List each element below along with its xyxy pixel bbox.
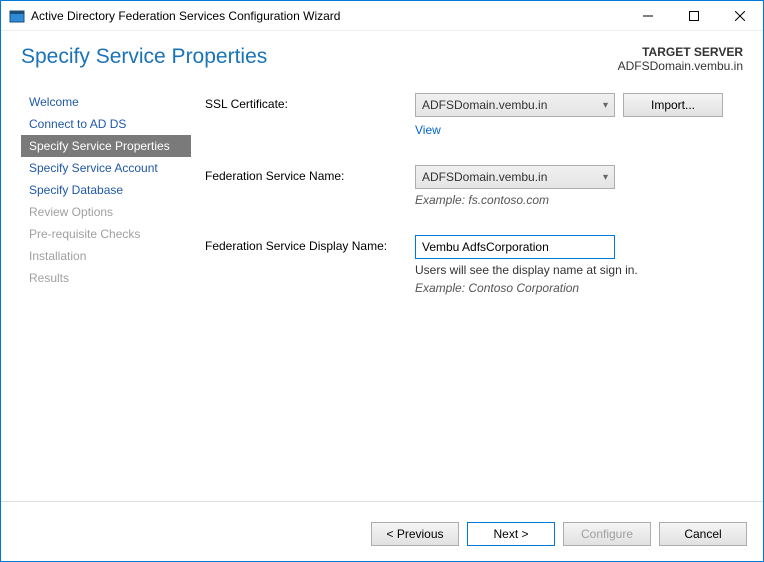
previous-button[interactable]: < Previous (371, 522, 459, 546)
header-row: Specify Service Properties TARGET SERVER… (21, 45, 743, 73)
display-name-info: Users will see the display name at sign … (415, 263, 743, 277)
wizard-window: Active Directory Federation Services Con… (0, 0, 764, 562)
label-fed-name: Federation Service Name: (205, 165, 415, 183)
sidebar-item-database[interactable]: Specify Database (21, 179, 191, 201)
titlebar: Active Directory Federation Services Con… (1, 1, 763, 31)
close-button[interactable] (717, 1, 763, 31)
sidebar-item-results: Results (21, 267, 191, 289)
content-area: Specify Service Properties TARGET SERVER… (1, 31, 763, 501)
window-title: Active Directory Federation Services Con… (31, 9, 340, 23)
wizard-sidebar: Welcome Connect to AD DS Specify Service… (21, 91, 191, 493)
sidebar-item-welcome[interactable]: Welcome (21, 91, 191, 113)
cancel-button[interactable]: Cancel (659, 522, 747, 546)
target-server-value: ADFSDomain.vembu.in (618, 59, 743, 73)
page-title: Specify Service Properties (21, 45, 267, 69)
main-panel: SSL Certificate: ADFSDomain.vembu.in ▾ I… (205, 91, 743, 493)
view-link[interactable]: View (415, 123, 743, 137)
chevron-down-icon: ▾ (603, 100, 608, 111)
maximize-button[interactable] (671, 1, 717, 31)
label-ssl-cert: SSL Certificate: (205, 93, 415, 111)
sidebar-item-service-properties[interactable]: Specify Service Properties (21, 135, 191, 157)
wizard-footer: < Previous Next > Configure Cancel (1, 501, 763, 561)
row-fed-name: Federation Service Name: ADFSDomain.vemb… (205, 165, 743, 207)
ssl-cert-value: ADFSDomain.vembu.in (422, 98, 547, 112)
chevron-down-icon: ▾ (603, 172, 608, 183)
sidebar-item-prereq: Pre-requisite Checks (21, 223, 191, 245)
ssl-cert-dropdown[interactable]: ADFSDomain.vembu.in ▾ (415, 93, 615, 117)
row-ssl-cert: SSL Certificate: ADFSDomain.vembu.in ▾ I… (205, 93, 743, 137)
display-name-example: Example: Contoso Corporation (415, 281, 743, 295)
sidebar-item-review: Review Options (21, 201, 191, 223)
target-server-label: TARGET SERVER (618, 45, 743, 59)
sidebar-item-service-account[interactable]: Specify Service Account (21, 157, 191, 179)
display-name-input[interactable] (415, 235, 615, 259)
app-icon (9, 8, 25, 24)
target-server-block: TARGET SERVER ADFSDomain.vembu.in (618, 45, 743, 73)
body-row: Welcome Connect to AD DS Specify Service… (21, 91, 743, 493)
fed-name-example: Example: fs.contoso.com (415, 193, 743, 207)
next-button[interactable]: Next > (467, 522, 555, 546)
sidebar-item-connect[interactable]: Connect to AD DS (21, 113, 191, 135)
row-display-name: Federation Service Display Name: Users w… (205, 235, 743, 295)
fed-name-value: ADFSDomain.vembu.in (422, 170, 547, 184)
minimize-button[interactable] (625, 1, 671, 31)
label-display-name: Federation Service Display Name: (205, 235, 415, 253)
fed-name-dropdown[interactable]: ADFSDomain.vembu.in ▾ (415, 165, 615, 189)
sidebar-item-installation: Installation (21, 245, 191, 267)
import-button[interactable]: Import... (623, 93, 723, 117)
configure-button: Configure (563, 522, 651, 546)
